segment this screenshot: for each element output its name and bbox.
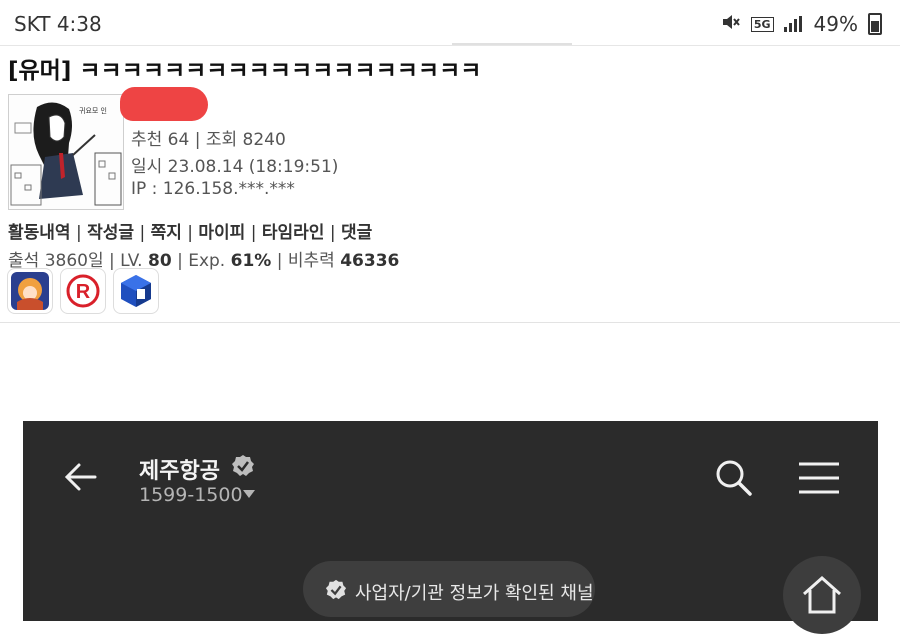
post-title: [유머] ㅋㅋㅋㅋㅋㅋㅋㅋㅋㅋㅋㅋㅋㅋㅋㅋㅋㅋㅋ <box>8 58 482 84</box>
channel-phone: 1599-1500 <box>139 484 243 506</box>
tab-indicator <box>452 43 572 45</box>
avatar-illustration: 귀요모 인 <box>9 95 123 209</box>
link-timeline[interactable]: 타임라인 <box>262 223 325 243</box>
avatar-caption: 귀요모 인 <box>79 106 107 115</box>
search-icon[interactable] <box>713 457 753 501</box>
link-message[interactable]: 쪽지 <box>151 223 182 243</box>
status-bar: SKT 4:38 5G 49% <box>0 0 900 46</box>
chevron-down-icon[interactable] <box>243 490 255 498</box>
redacted-username <box>120 87 208 121</box>
profile-links: 활동내역 | 작성글 | 쪽지 | 마이피 | 타임라인 | 댓글 <box>8 223 373 243</box>
signal-icon <box>783 16 804 32</box>
home-icon <box>803 575 841 614</box>
home-button[interactable] <box>783 556 861 634</box>
verified-text: 사업자/기관 정보가 확인된 채널 <box>355 583 594 604</box>
badge-list: R <box>7 268 159 314</box>
exp-label: Exp. <box>188 251 226 271</box>
post-ip: IP : 126.158.***.*** <box>131 179 295 199</box>
verified-badge-icon <box>325 579 347 605</box>
embedded-screenshot: 제주항공 1599-1500 사업자/기관 정보가 확인된 채널 <box>23 421 878 634</box>
cube-badge[interactable] <box>113 268 159 314</box>
battery-icon <box>868 13 882 35</box>
ratio-value: 46336 <box>340 251 400 271</box>
channel-name: 제주항공 <box>139 459 220 484</box>
link-comments[interactable]: 댓글 <box>341 223 372 243</box>
link-activity[interactable]: 활동내역 <box>8 223 71 243</box>
verified-channel-pill: 사업자/기관 정보가 확인된 채널 <box>303 561 595 617</box>
post-datetime: 일시 23.08.14 (18:19:51) <box>131 157 339 177</box>
registered-icon: R <box>66 274 100 308</box>
section-divider <box>0 322 900 323</box>
menu-icon[interactable] <box>797 461 841 499</box>
exp-value: 61% <box>230 251 272 271</box>
svg-text:R: R <box>76 281 91 303</box>
battery-text: 49% <box>813 12 858 36</box>
back-arrow-icon[interactable] <box>63 459 99 499</box>
link-posts[interactable]: 작성글 <box>87 223 134 243</box>
anime-character-badge[interactable] <box>7 268 53 314</box>
registered-badge[interactable]: R <box>60 268 106 314</box>
mute-icon <box>721 13 741 35</box>
link-mypi[interactable]: 마이피 <box>198 223 245 243</box>
avatar[interactable]: 귀요모 인 <box>8 94 124 210</box>
network-type: 5G <box>750 16 774 32</box>
verified-check-icon <box>231 454 255 482</box>
status-time: SKT 4:38 <box>14 12 102 36</box>
anime-character-icon <box>11 272 49 310</box>
cube-icon <box>121 275 151 307</box>
status-icons: 5G 49% <box>721 12 882 36</box>
recommend-views: 추천 64 | 조회 8240 <box>131 130 286 150</box>
ratio-label: 비추력 <box>287 251 335 271</box>
